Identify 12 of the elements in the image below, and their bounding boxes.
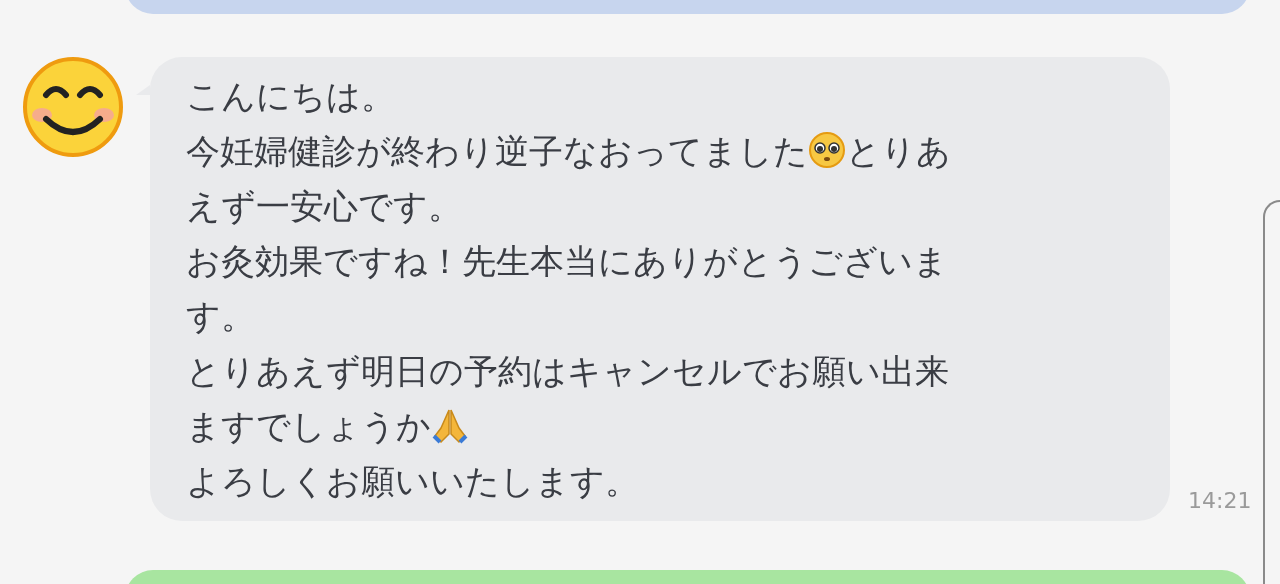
message-text: す。 bbox=[186, 296, 255, 336]
pleading-face-icon bbox=[808, 131, 846, 169]
message-text: よろしくお願いいたします。 bbox=[186, 461, 639, 501]
message-text: ますでしょうか bbox=[186, 406, 431, 446]
message-text: とりあ bbox=[846, 131, 951, 171]
avatar-icon[interactable] bbox=[20, 57, 126, 159]
message-text: えず一安心です。 bbox=[186, 186, 462, 226]
message-time: 14:21 bbox=[1188, 487, 1252, 515]
message-text: 今妊婦健診が終わり逆子なおってました bbox=[186, 131, 808, 171]
message-text: お灸効果ですね！先生本当にありがとうございま bbox=[186, 241, 948, 281]
message-text: こんにちは。 bbox=[186, 76, 395, 116]
message-text: とりあえず明日の予約はキャンセルでお願い出来 bbox=[186, 351, 949, 391]
